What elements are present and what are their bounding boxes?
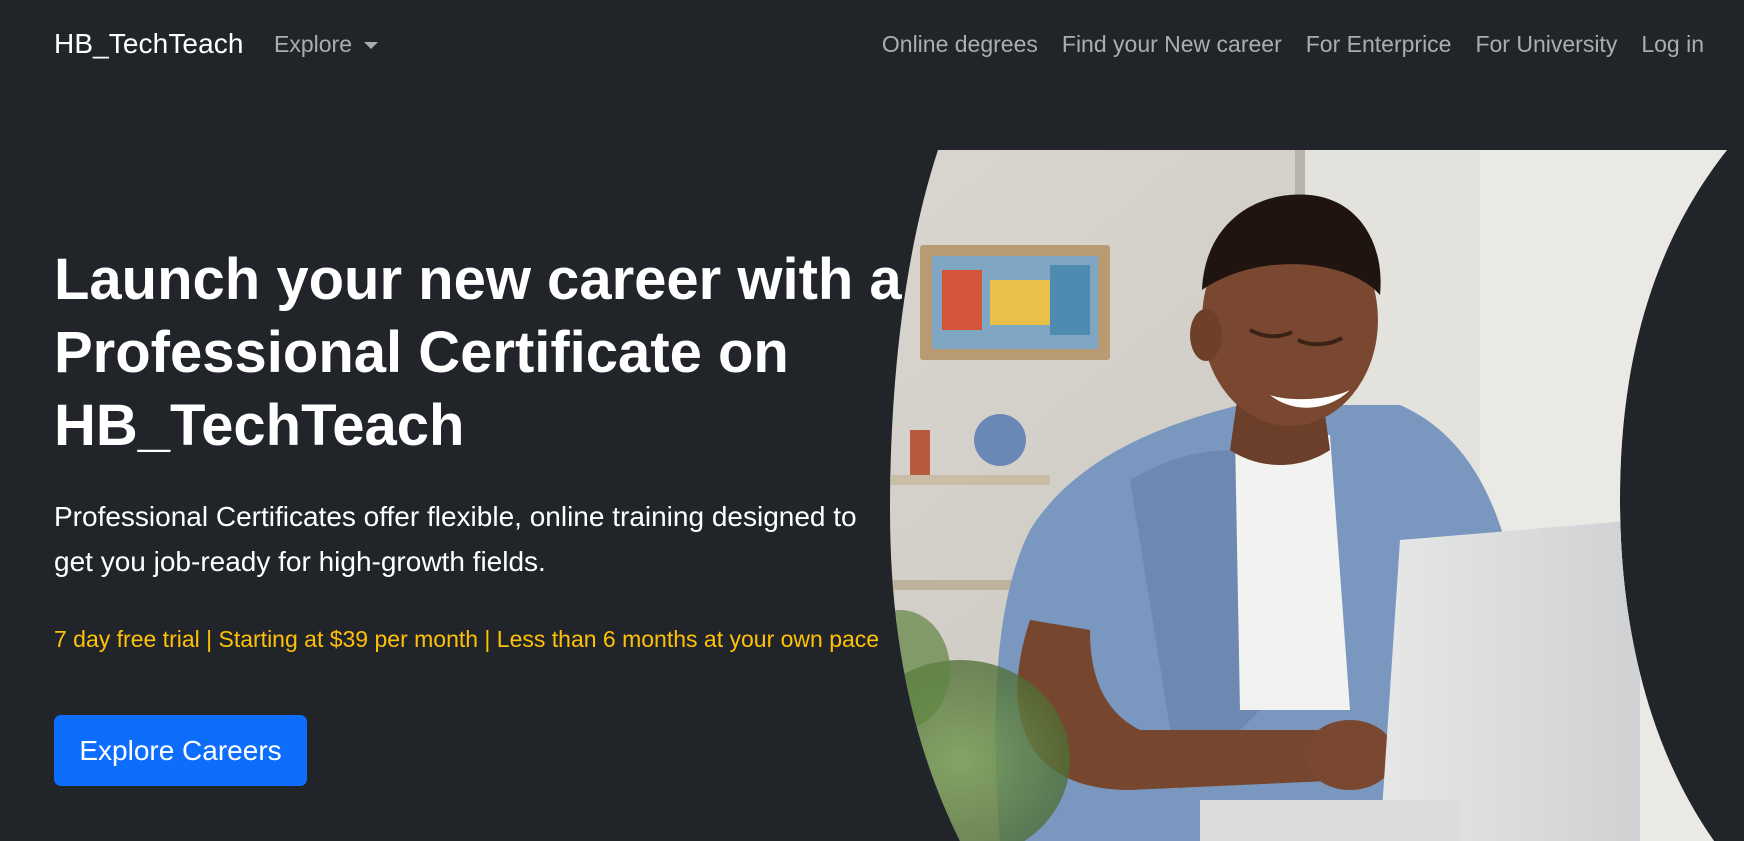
explore-careers-button[interactable]: Explore Careers (54, 715, 307, 786)
nav-link-enterprise[interactable]: For Enterprice (1294, 27, 1464, 61)
hero-pricing-note: 7 day free trial | Starting at $39 per m… (54, 626, 880, 652)
hero-lead: Professional Certificates offer flexible… (54, 501, 857, 577)
nav-link-university[interactable]: For University (1463, 27, 1629, 61)
top-navbar: HB_TechTeach Explore Online degrees Find… (0, 0, 1744, 88)
hero-title: Launch your new career with a Profession… (54, 247, 902, 458)
hero-image (880, 150, 1744, 841)
brand-logo[interactable]: HB_TechTeach (54, 25, 244, 63)
nav-link-find-career[interactable]: Find your New career (1050, 27, 1294, 61)
nav-links: Online degrees Find your New career For … (870, 27, 1716, 61)
caret-down-icon (363, 41, 378, 49)
nav-link-login[interactable]: Log in (1629, 27, 1716, 61)
explore-dropdown[interactable]: Explore (274, 27, 378, 61)
hero-photo-illustration (890, 150, 1727, 841)
explore-dropdown-label: Explore (274, 31, 352, 57)
nav-link-online-degrees[interactable]: Online degrees (870, 27, 1050, 61)
